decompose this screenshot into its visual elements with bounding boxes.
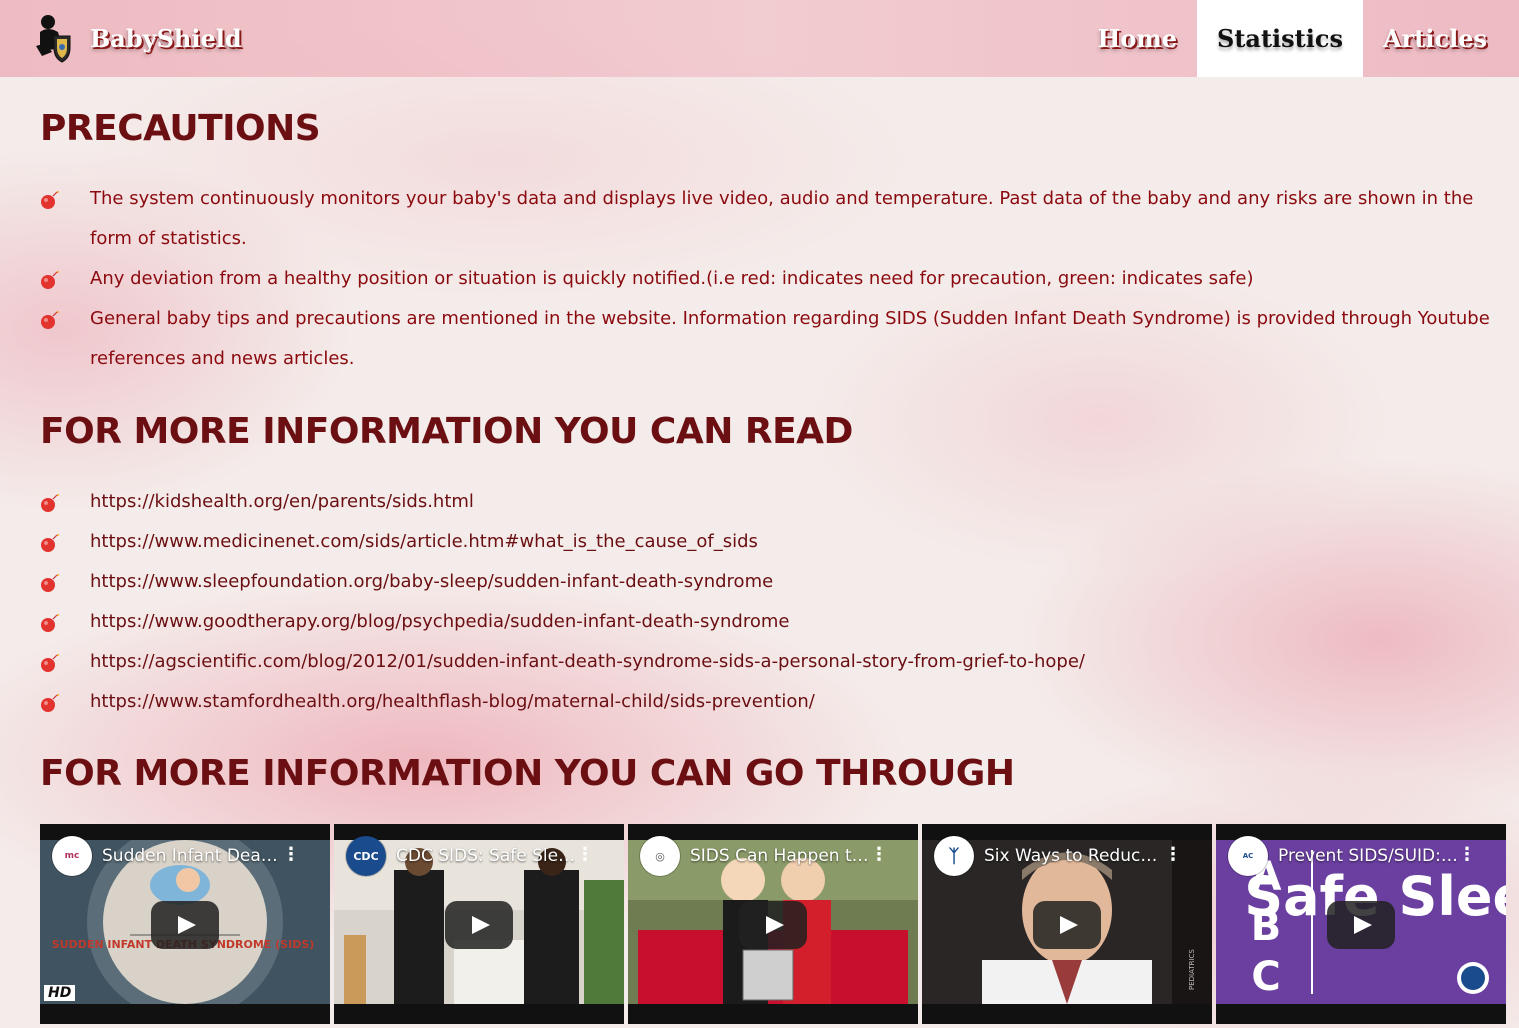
video-embed[interactable]: ◎ SIDS Can Happen to Anyone ⋮ [628,824,918,1024]
list-item: The system continuously monitors your ba… [40,179,1510,259]
list-item: Any deviation from a healthy position or… [40,259,1510,299]
channel-avatar[interactable]: mc [52,836,92,876]
video-embed[interactable]: SUDDEN INFANT DEATH SYNDROME (SIDS) mc S… [40,824,330,1024]
precautions-heading: Precautions [40,108,321,149]
list-item: General baby tips and precautions are me… [40,299,1510,379]
bomb-bullet-icon [41,494,59,512]
brand-name: BabyShield [90,23,242,53]
reference-link[interactable]: https://www.medicinenet.com/sids/article… [90,531,758,552]
channel-avatar[interactable]: CDC [346,836,386,876]
reference-link[interactable]: https://agscientific.com/blog/2012/01/su… [90,651,1085,672]
thumbnail-caption: PEDIATRICS [1188,949,1196,990]
nav-statistics[interactable]: Statistics [1197,0,1364,77]
bomb-bullet-icon [41,311,59,329]
bomb-bullet-icon [41,271,59,289]
play-button-icon[interactable] [445,901,513,949]
list-item: https://agscientific.com/blog/2012/01/su… [40,642,1510,682]
channel-avatar[interactable]: ᛉ [934,836,974,876]
video-title[interactable]: Prevent SIDS/SUID: ABC Safe Sleep [1278,846,1458,866]
more-options-icon[interactable]: ⋮ [1164,846,1182,864]
video-title[interactable]: Sudden Infant Death Syndrome (SIDS) [102,846,282,866]
videos-heading: For more information you can go through [40,753,1015,794]
list-item: https://kidshealth.org/en/parents/sids.h… [40,482,1510,522]
video-embed[interactable]: CDC CDC SIDS: Safe Sleep for Babies ⋮ [334,824,624,1024]
reference-link[interactable]: https://www.sleepfoundation.org/baby-sle… [90,571,773,592]
channel-avatar[interactable]: AC [1228,836,1268,876]
nav-links: Home Statistics Articles [1078,0,1507,77]
nav-articles[interactable]: Articles [1363,0,1507,77]
reference-link[interactable]: https://kidshealth.org/en/parents/sids.h… [90,491,474,512]
more-options-icon[interactable]: ⋮ [282,846,300,864]
bomb-bullet-icon [41,191,59,209]
reading-heading: For more information you can read [40,411,853,452]
play-button-icon[interactable] [739,901,807,949]
bomb-bullet-icon [41,534,59,552]
baby-shield-logo-icon [36,15,71,63]
video-title[interactable]: Six Ways to Reduce SIDS [984,846,1164,866]
brand[interactable]: BabyShield [32,12,242,64]
video-title[interactable]: CDC SIDS: Safe Sleep for Babies [396,846,576,866]
precaution-text: Any deviation from a healthy position or… [90,268,1254,289]
reference-link[interactable]: https://www.stamfordhealth.org/healthfla… [90,691,815,712]
nav-home[interactable]: Home [1078,0,1197,77]
list-item: https://www.goodtherapy.org/blog/psychpe… [40,602,1510,642]
precautions-list: The system continuously monitors your ba… [40,179,1510,379]
bomb-bullet-icon [41,654,59,672]
precaution-text: General baby tips and precautions are me… [90,308,1490,369]
video-title[interactable]: SIDS Can Happen to Anyone [690,846,870,866]
precaution-text: The system continuously monitors your ba… [90,188,1474,249]
more-options-icon[interactable]: ⋮ [576,846,594,864]
reference-link[interactable]: https://www.goodtherapy.org/blog/psychpe… [90,611,789,632]
play-button-icon[interactable] [151,901,219,949]
reading-links-list: https://kidshealth.org/en/parents/sids.h… [40,482,1510,722]
list-item: https://www.medicinenet.com/sids/article… [40,522,1510,562]
video-row: SUDDEN INFANT DEATH SYNDROME (SIDS) mc S… [40,824,1507,1024]
list-item: https://www.sleepfoundation.org/baby-sle… [40,562,1510,602]
play-button-icon[interactable] [1327,901,1395,949]
top-navbar: BabyShield Home Statistics Articles [0,0,1519,77]
list-item: https://www.stamfordhealth.org/healthfla… [40,682,1510,722]
play-button-icon[interactable] [1033,901,1101,949]
channel-avatar[interactable]: ◎ [640,836,680,876]
svg-text:C: C [1251,954,1280,1000]
bomb-bullet-icon [41,574,59,592]
hd-badge: HD [44,985,76,1001]
bomb-bullet-icon [41,694,59,712]
video-embed[interactable]: PEDIATRICS ᛉ Six Ways to Reduce SIDS ⋮ [922,824,1212,1024]
video-embed[interactable]: A B C Safe Sleep AC Prevent SIDS/SUID: A… [1216,824,1506,1024]
more-options-icon[interactable]: ⋮ [1458,846,1476,864]
more-options-icon[interactable]: ⋮ [870,846,888,864]
bomb-bullet-icon [41,614,59,632]
